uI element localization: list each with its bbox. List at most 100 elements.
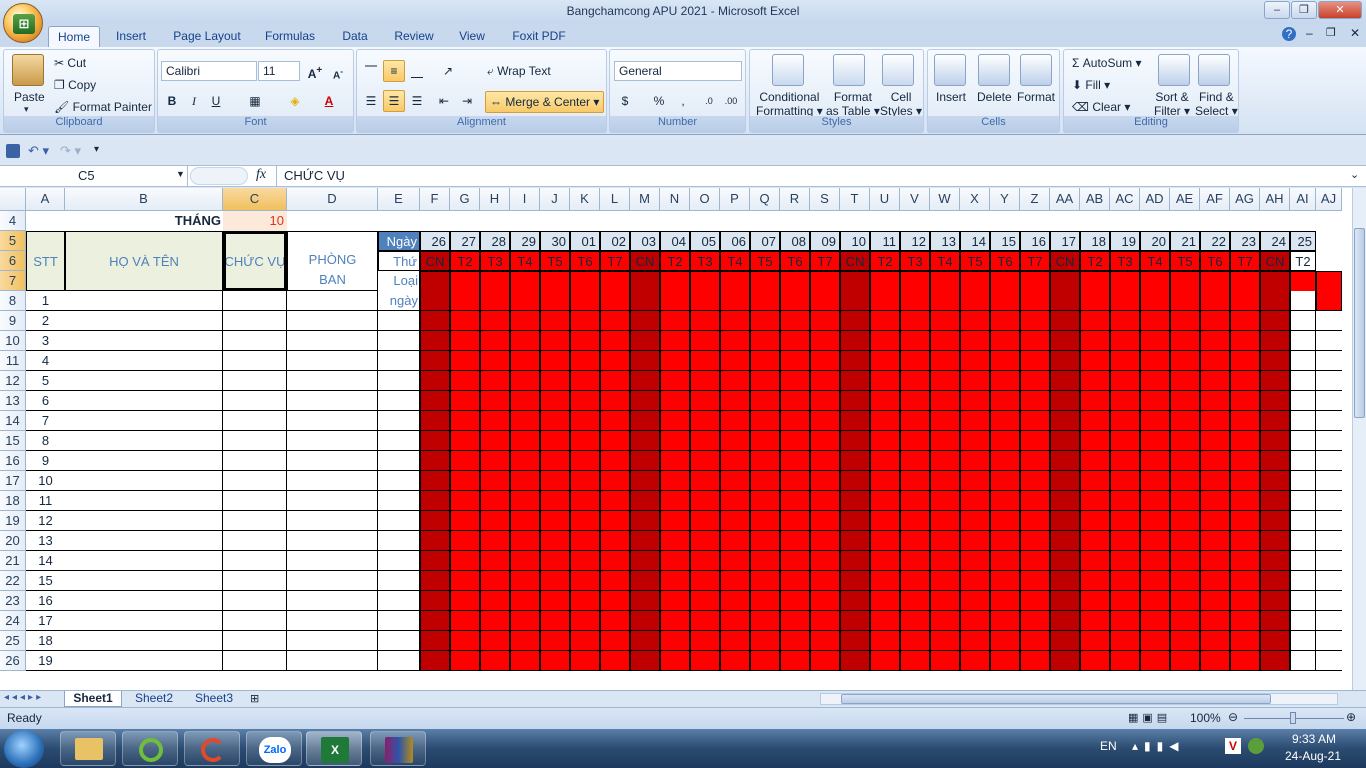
column-header[interactable]: J: [540, 188, 570, 211]
row-header[interactable]: 24: [0, 611, 26, 631]
weekday[interactable]: T7: [810, 251, 840, 271]
sheet-tab-3[interactable]: Sheet3: [186, 691, 242, 707]
row-header[interactable]: 12: [0, 371, 26, 391]
copy-button[interactable]: ❐ Copy: [54, 78, 96, 92]
day-column-body[interactable]: [900, 291, 930, 671]
formula-input[interactable]: CHỨC VỤ: [276, 166, 1348, 186]
fill-button[interactable]: ⬇ Fill ▾: [1072, 78, 1110, 92]
day-number[interactable]: 01: [570, 231, 600, 251]
column-header[interactable]: B: [65, 188, 223, 211]
font-size-select[interactable]: 11: [258, 61, 300, 81]
stt-value[interactable]: 2: [26, 311, 65, 330]
undo-icon[interactable]: ↶ ▾: [28, 143, 49, 159]
column-header[interactable]: E: [378, 188, 420, 211]
row-header[interactable]: 8: [0, 291, 26, 311]
weekday[interactable]: CN: [630, 251, 660, 271]
find-select-button[interactable]: Find & Select ▾: [1195, 90, 1238, 118]
view-buttons[interactable]: ▦▣▤: [1128, 711, 1171, 724]
stt-value[interactable]: 6: [26, 391, 65, 410]
column-header[interactable]: Z: [1020, 188, 1050, 211]
font-color-button[interactable]: A: [318, 90, 340, 112]
name-box-dropdown-icon[interactable]: ▼: [176, 169, 185, 179]
column-header[interactable]: AA: [1050, 188, 1080, 211]
day-column-body[interactable]: [720, 291, 750, 671]
italic-button[interactable]: I: [183, 90, 205, 112]
taskbar-explorer[interactable]: [60, 731, 116, 766]
weekday[interactable]: T5: [540, 251, 570, 271]
column-header[interactable]: AC: [1110, 188, 1140, 211]
increase-indent-button[interactable]: ⇥: [456, 90, 478, 112]
weekday[interactable]: T7: [1230, 251, 1260, 271]
cell-styles-button[interactable]: Cell Styles ▾: [880, 90, 922, 118]
day-column-body[interactable]: [600, 291, 630, 671]
orientation-button[interactable]: ↗: [437, 60, 459, 82]
day-number[interactable]: 22: [1200, 231, 1230, 251]
tray-v-icon[interactable]: V: [1225, 738, 1241, 754]
weekday[interactable]: T7: [600, 251, 630, 271]
day-number[interactable]: 16: [1020, 231, 1050, 251]
day-number[interactable]: 14: [960, 231, 990, 251]
day-number[interactable]: 15: [990, 231, 1020, 251]
day-number[interactable]: 08: [780, 231, 810, 251]
weekday[interactable]: CN: [1260, 251, 1290, 271]
day-column-body[interactable]: [960, 291, 990, 671]
borders-button[interactable]: ▦: [244, 90, 266, 112]
stt-value[interactable]: 15: [26, 571, 65, 590]
stt-value[interactable]: 18: [26, 631, 65, 650]
clock-date[interactable]: 24-Aug-21: [1280, 749, 1346, 763]
row-header[interactable]: 6: [0, 251, 26, 271]
weekday[interactable]: T2: [1290, 251, 1316, 271]
row-header[interactable]: 18: [0, 491, 26, 511]
column-header[interactable]: AG: [1230, 188, 1260, 211]
weekday[interactable]: T6: [570, 251, 600, 271]
column-header[interactable]: F: [420, 188, 450, 211]
day-column-body[interactable]: [840, 291, 870, 671]
row-header[interactable]: 20: [0, 531, 26, 551]
tray-network-icon[interactable]: [1248, 738, 1264, 754]
day-number[interactable]: 24: [1260, 231, 1290, 251]
align-bottom-button[interactable]: ⎽: [406, 60, 428, 82]
day-number[interactable]: 28: [480, 231, 510, 251]
day-number[interactable]: 30: [540, 231, 570, 251]
zoom-in-icon[interactable]: ⊕: [1346, 710, 1356, 724]
day-column-body[interactable]: [1230, 291, 1260, 671]
column-header[interactable]: G: [450, 188, 480, 211]
column-header[interactable]: P: [720, 188, 750, 211]
customize-qat-icon[interactable]: ▾: [94, 144, 99, 155]
weekday[interactable]: T3: [690, 251, 720, 271]
day-column-body[interactable]: [570, 291, 600, 671]
tab-view[interactable]: View: [452, 26, 492, 47]
save-icon[interactable]: [6, 144, 20, 158]
weekday[interactable]: T3: [900, 251, 930, 271]
column-header[interactable]: V: [900, 188, 930, 211]
day-column-body[interactable]: [1170, 291, 1200, 671]
weekday[interactable]: CN: [840, 251, 870, 271]
day-number[interactable]: 02: [600, 231, 630, 251]
weekday[interactable]: T6: [990, 251, 1020, 271]
insert-cells-button[interactable]: Insert: [936, 90, 966, 104]
vertical-scrollbar[interactable]: [1352, 188, 1366, 690]
weekday[interactable]: T5: [960, 251, 990, 271]
day-column-body[interactable]: [930, 291, 960, 671]
stt-value[interactable]: 17: [26, 611, 65, 630]
row-header[interactable]: 15: [0, 431, 26, 451]
merge-center-button[interactable]: ⇔ Merge & Center ▾: [485, 91, 605, 113]
thang-value[interactable]: 10: [223, 211, 287, 231]
weekday[interactable]: CN: [1050, 251, 1080, 271]
fill-color-button[interactable]: ◈: [284, 90, 306, 112]
maximize-button[interactable]: ❐: [1291, 1, 1317, 19]
day-column-body[interactable]: [420, 291, 450, 671]
ribbon-minimize-icon[interactable]: –: [1306, 26, 1313, 40]
day-number[interactable]: 07: [750, 231, 780, 251]
zoom-level[interactable]: 100%: [1190, 711, 1221, 725]
weekday[interactable]: T2: [870, 251, 900, 271]
stt-value[interactable]: 13: [26, 531, 65, 550]
align-top-button[interactable]: ⎺: [360, 60, 382, 82]
day-number[interactable]: 05: [690, 231, 720, 251]
row-header[interactable]: 19: [0, 511, 26, 531]
tab-page-layout[interactable]: Page Layout: [166, 26, 248, 47]
align-center-button[interactable]: ☰: [383, 90, 405, 112]
column-header[interactable]: N: [660, 188, 690, 211]
decrease-indent-button[interactable]: ⇤: [433, 90, 455, 112]
expand-formula-icon[interactable]: ⌄: [1350, 168, 1359, 181]
